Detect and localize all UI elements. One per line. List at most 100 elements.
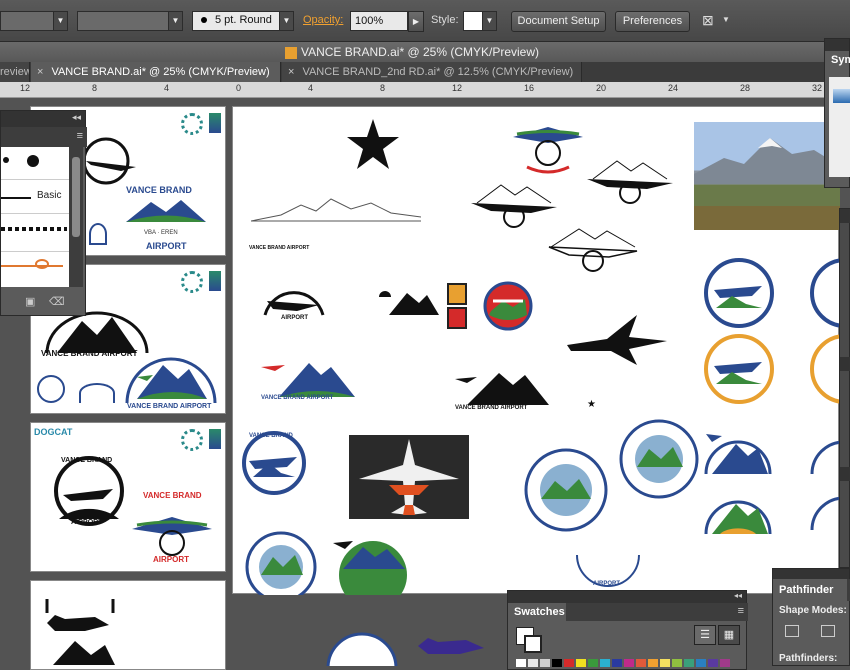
tab-review[interactable]: review: [0, 62, 30, 82]
tab-label: review: [0, 66, 30, 78]
preferences-button[interactable]: Preferences: [615, 11, 690, 32]
logo-icon: [181, 429, 203, 451]
opacity-label[interactable]: Opacity:: [303, 14, 343, 26]
scroll-thumb[interactable]: [72, 157, 80, 237]
vance-brand-text: VANCE BRAND: [61, 457, 113, 464]
panel-header[interactable]: ◂◂: [1, 111, 85, 127]
divider: [1, 179, 69, 180]
chevron-down-icon: ▼: [168, 12, 182, 30]
airplane-badge-icon: [513, 127, 583, 174]
ruler-number: 4: [308, 83, 314, 93]
vance-brand-text: VANCE BRAND: [143, 491, 202, 500]
logo-icon: [209, 113, 221, 133]
swatches-panel[interactable]: ◂◂ Swatches ≡ ☰ ▦: [507, 590, 748, 670]
tab-vance-brand[interactable]: × VANCE BRAND.ai* @ 25% (CMYK/Preview): [31, 62, 281, 82]
panel-footer: ▣ ⌫: [1, 291, 87, 313]
swatches-tab[interactable]: Swatches: [508, 603, 566, 621]
charcoal-brush-stroke[interactable]: [1, 227, 67, 231]
airport-text: AIRPORT: [153, 555, 189, 564]
close-icon[interactable]: ×: [37, 66, 43, 78]
plane-photo: [349, 435, 469, 519]
collapse-icon[interactable]: ◂◂: [72, 112, 81, 123]
horizontal-ruler[interactable]: 12 8 4 0 4 8 12 16 20 24 28 32: [0, 82, 850, 98]
collapse-icon[interactable]: ◂◂: [734, 591, 742, 600]
style-dropdown[interactable]: ▼: [482, 11, 497, 31]
new-brush-icon[interactable]: ▣: [25, 295, 35, 308]
ribbon-brush-stroke[interactable]: [1, 265, 63, 267]
symbols-list[interactable]: [829, 77, 850, 177]
mountain-circle-color-icon: [333, 541, 407, 595]
panel-menu-icon[interactable]: ≡: [738, 605, 744, 617]
fill-dropdown[interactable]: ▼: [0, 11, 68, 31]
ruler-number: 8: [92, 83, 98, 93]
brush-small-dot-icon[interactable]: [3, 157, 9, 163]
opacity-arrow-button[interactable]: ▶: [408, 11, 424, 32]
style-swatch[interactable]: [463, 11, 483, 31]
plane-photo-icon: [359, 439, 459, 515]
airplane-badge-gold-icon: [704, 334, 774, 404]
brush-list-scrollbar[interactable]: [69, 147, 83, 287]
brush-large-dot-icon[interactable]: [27, 155, 39, 167]
symbols-panel[interactable]: Sym: [824, 38, 850, 188]
brush-list[interactable]: Basic: [1, 147, 69, 287]
document-setup-button[interactable]: Document Setup: [511, 11, 606, 32]
pasteboard[interactable]: VANCE BRAND AIRPORT VBA · EREN VANCE BRA…: [0, 98, 850, 670]
airport-text: AIRPORT: [146, 241, 187, 251]
panel-menu-icon[interactable]: ≡: [77, 130, 83, 142]
stroke-swatch[interactable]: [524, 635, 542, 653]
control-bar: ▼ ▼ 5 pt. Round ▼ Opacity: 100% ▶ Style:…: [0, 0, 850, 42]
collapsed-panel-strip[interactable]: [839, 208, 850, 568]
stroke-profile-value: 5 pt. Round: [215, 14, 272, 26]
panel-header[interactable]: ◂◂: [508, 591, 746, 603]
vba-black-label: VANCE BRAND AIRPORT: [455, 405, 528, 411]
mountain-photo: [694, 122, 840, 230]
tab-label: VANCE BRAND_2nd RD.ai* @ 12.5% (CMYK/Pre…: [302, 66, 574, 78]
symbol-thumbnail[interactable]: [833, 89, 850, 103]
artboard-left-3[interactable]: DOGCAT VANCE BRAND AIRPORT VANCE BRAND A…: [30, 422, 226, 572]
basic-brush-label[interactable]: Basic: [37, 190, 61, 201]
pathfinders-label: Pathfinders:: [779, 653, 838, 664]
airport-label: AIRPORT: [281, 315, 308, 321]
pathfinder-panel[interactable]: Pathfinder Shape Modes: Pathfinders:: [772, 568, 850, 666]
artboard-left-4[interactable]: [30, 580, 226, 670]
trash-icon[interactable]: ⌫: [49, 295, 65, 308]
dot-icon: [201, 17, 207, 23]
brush-profile-dropdown[interactable]: 5 pt. Round ▼: [192, 11, 294, 31]
ruler-number: 12: [452, 83, 463, 93]
opacity-input[interactable]: 100%: [350, 11, 408, 31]
ai-file-icon: [284, 46, 297, 59]
ruler-number: 0: [236, 83, 242, 93]
logo-icon: [181, 113, 203, 135]
stroke-weight-dropdown[interactable]: ▼: [77, 11, 183, 31]
chevron-down-icon[interactable]: ▼: [722, 15, 730, 24]
airplane-mountain-icon: [587, 160, 673, 204]
chevron-down-icon: ▼: [53, 12, 67, 30]
logo-icon: [181, 271, 203, 293]
close-icon[interactable]: ×: [288, 66, 294, 78]
arrange-icon[interactable]: ⊠: [702, 12, 714, 29]
grid-view-icon[interactable]: ▦: [718, 625, 740, 645]
badge-icon: [447, 307, 467, 329]
minus-front-icon[interactable]: [821, 625, 835, 637]
mountain-badge-gold-icon: [704, 500, 772, 535]
panel-header[interactable]: [840, 357, 850, 371]
panel-header[interactable]: [825, 39, 849, 51]
unite-icon[interactable]: [785, 625, 799, 637]
panel-tab-strip: Pathfinder: [773, 579, 850, 601]
badge-icon: [447, 283, 467, 305]
city-of-longmont-seal-icon: [524, 448, 608, 532]
mountain-plane-black-icon: [455, 373, 549, 405]
list-view-icon[interactable]: ☰: [694, 625, 716, 645]
pathfinder-tab[interactable]: Pathfinder: [773, 579, 847, 601]
shape-modes-label: Shape Modes:: [779, 605, 847, 616]
mountain-badge-icon: [810, 440, 840, 531]
brushes-panel[interactable]: ◂◂ ≡ Basic ▣ ⌫: [0, 110, 87, 316]
panel-header[interactable]: [773, 569, 849, 579]
panel-header[interactable]: [840, 209, 850, 223]
vance-brand-text: VANCE BRAND: [126, 185, 192, 195]
symbols-tab[interactable]: Sym: [825, 51, 850, 69]
basic-brush-stroke[interactable]: [1, 197, 31, 199]
panel-header[interactable]: [840, 467, 850, 481]
airplane-circle-icon: [54, 456, 124, 526]
tab-vance-brand-2nd-rd[interactable]: × VANCE BRAND_2nd RD.ai* @ 12.5% (CMYK/Pr…: [282, 62, 582, 82]
